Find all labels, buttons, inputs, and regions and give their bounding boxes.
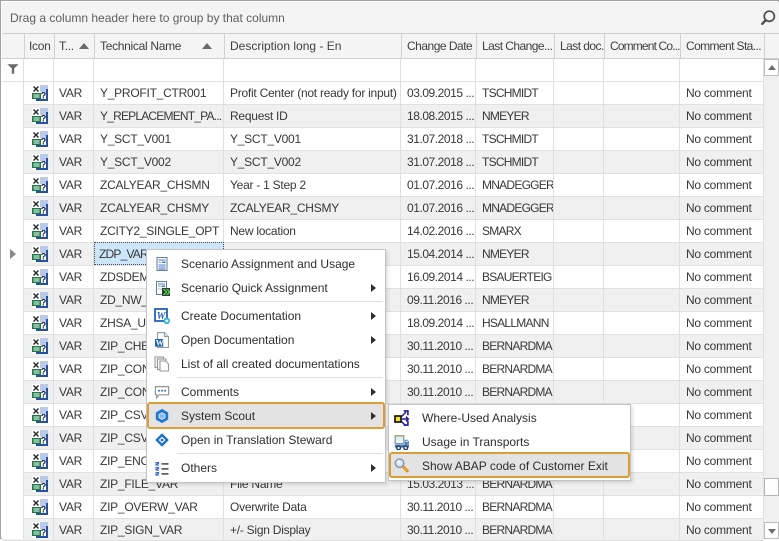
svg-text:?: ? — [41, 528, 47, 538]
svg-text:?: ? — [41, 229, 47, 239]
svg-text:?: ? — [41, 206, 47, 216]
svg-text:?: ? — [41, 321, 47, 331]
svg-text:?: ? — [41, 344, 47, 354]
svg-text:?: ? — [41, 275, 47, 285]
svg-text:?: ? — [41, 482, 47, 492]
svg-text:W: W — [156, 338, 164, 347]
svg-text:?: ? — [41, 298, 47, 308]
svg-text:?: ? — [41, 252, 47, 262]
svg-text:?: ? — [41, 505, 47, 515]
svg-text:?: ? — [41, 137, 47, 147]
svg-text:?: ? — [41, 459, 47, 469]
svg-text:?: ? — [41, 183, 47, 193]
svg-text:?: ? — [41, 367, 47, 377]
svg-text:?: ? — [41, 436, 47, 446]
svg-text:?: ? — [41, 160, 47, 170]
svg-text:?: ? — [41, 114, 47, 124]
svg-text:?: ? — [41, 413, 47, 423]
svg-text:?: ? — [41, 390, 47, 400]
svg-text:?: ? — [41, 91, 47, 101]
